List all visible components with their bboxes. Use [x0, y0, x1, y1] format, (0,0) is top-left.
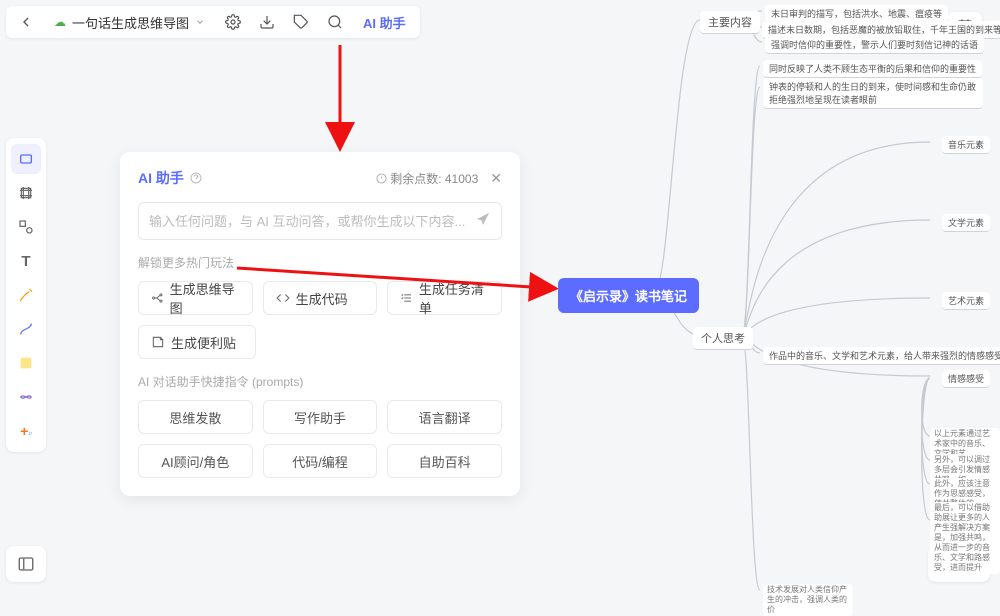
mindmap-node-main-content[interactable]: 主要内容 — [700, 11, 760, 34]
prompt-ai-consultant[interactable]: AI顾问/角色 — [138, 444, 253, 478]
annotation-arrow-1 — [305, 40, 385, 160]
section-prompts-label: AI 对话助手快捷指令 (prompts) — [138, 373, 502, 390]
download-icon — [259, 14, 275, 30]
document-title-dropdown[interactable]: ☁ 一句话生成思维导图 — [44, 13, 215, 32]
chip-generate-sticky[interactable]: 生成便利贴 — [138, 325, 256, 359]
connector-icon — [18, 321, 34, 337]
tool-add[interactable]: +▫ — [11, 416, 41, 446]
mindmap-leaf[interactable]: 作品中的音乐、文学和艺术元素，给人带来强烈的情感感受 — [763, 347, 1000, 365]
points-remaining: 剩余点数: 41003 — [376, 170, 478, 187]
outline-button[interactable] — [6, 546, 46, 582]
prompt-divergent-thinking[interactable]: 思维发散 — [138, 400, 253, 434]
back-button[interactable] — [10, 8, 42, 36]
gear-icon — [225, 14, 241, 30]
pen-icon — [18, 287, 34, 303]
settings-button[interactable] — [217, 8, 249, 36]
left-tool-sidebar: T +▫ — [6, 138, 46, 452]
cloud-sync-icon: ☁ — [54, 15, 66, 29]
section-hot-label: 解锁更多热门玩法 — [138, 254, 502, 271]
outline-icon — [17, 555, 35, 573]
top-toolbar: ☁ 一句话生成思维导图 AI 助手 — [6, 6, 420, 38]
tool-flow[interactable] — [11, 382, 41, 412]
mindmap-leaf[interactable]: 最后，可以借助助展让更多的人产生强解决方案是，加强共鸣，从而进一步的音乐、文学和… — [930, 502, 1000, 574]
document-title: 一句话生成思维导图 — [72, 13, 189, 32]
tool-sticky[interactable] — [11, 348, 41, 378]
text-icon: T — [21, 253, 30, 270]
prompt-translation[interactable]: 语言翻译 — [387, 400, 502, 434]
mindmap-node-personal-thoughts[interactable]: 个人思考 — [693, 327, 753, 350]
tool-frame[interactable] — [11, 178, 41, 208]
mindmap-leaf[interactable]: 强调时信仰的重要性，警示人们要时刻信记神的话语 — [765, 36, 984, 54]
ai-assistant-panel: AI 助手 剩余点数: 41003 ✕ 解锁更多热门玩法 生成思维导图 生成代码 — [120, 152, 520, 496]
code-icon — [276, 291, 290, 305]
tool-node[interactable] — [11, 144, 41, 174]
mindmap-center-node[interactable]: 《启示录》读书笔记 — [558, 278, 699, 313]
chevron-down-icon — [195, 17, 205, 27]
mindmap-leaf[interactable]: 音乐元素 — [942, 136, 990, 154]
send-button[interactable] — [475, 211, 491, 232]
node-icon — [18, 151, 34, 167]
search-button[interactable] — [319, 8, 351, 36]
ai-input-row — [138, 202, 502, 240]
close-panel-button[interactable]: ✕ — [490, 170, 502, 187]
info-icon — [376, 173, 387, 184]
ai-prompt-input[interactable] — [149, 214, 475, 229]
mindmap-icon — [151, 291, 164, 305]
chip-generate-mindmap[interactable]: 生成思维导图 — [138, 281, 253, 315]
search-icon — [327, 14, 343, 30]
tag-icon — [293, 14, 309, 30]
tool-pen[interactable] — [11, 280, 41, 310]
mindmap-leaf[interactable]: 技术发展对人类信仰产生的冲击，强调人类的价 — [763, 584, 853, 616]
ai-assistant-button[interactable]: AI 助手 — [353, 13, 416, 32]
shape-icon — [18, 219, 34, 235]
mindmap-leaf[interactable]: 艺术元素 — [942, 292, 990, 310]
tasklist-icon — [400, 291, 413, 305]
frame-icon — [18, 185, 34, 201]
help-icon[interactable] — [190, 172, 202, 184]
tool-text[interactable]: T — [11, 246, 41, 276]
mindmap-leaf[interactable]: 同时反映了人类不顾生态平衡的后果和信仰的重要性 — [763, 60, 982, 78]
mindmap-leaf[interactable]: 钟表的停顿和人的生日的到来，使时间感和生命仍敢拒绝强烈地呈现在读者眼前 — [763, 78, 983, 109]
tag-button[interactable] — [285, 8, 317, 36]
mindmap-leaf[interactable]: 文学元素 — [942, 214, 990, 232]
chip-generate-code[interactable]: 生成代码 — [263, 281, 378, 315]
sticky-icon — [18, 355, 34, 371]
tool-shape[interactable] — [11, 212, 41, 242]
prompt-writing-assistant[interactable]: 写作助手 — [263, 400, 378, 434]
tool-connector[interactable] — [11, 314, 41, 344]
export-button[interactable] — [251, 8, 283, 36]
chip-generate-tasklist[interactable]: 生成任务清单 — [387, 281, 502, 315]
sticky-note-icon — [151, 335, 165, 349]
plus-icon: +▫ — [20, 423, 31, 439]
ai-panel-title: AI 助手 — [138, 168, 202, 188]
mindmap-leaf[interactable]: 情感感受 — [942, 370, 990, 388]
prompt-code-programming[interactable]: 代码/编程 — [263, 444, 378, 478]
prompt-self-encyclopedia[interactable]: 自助百科 — [387, 444, 502, 478]
flow-icon — [18, 389, 34, 405]
send-icon — [475, 211, 491, 227]
